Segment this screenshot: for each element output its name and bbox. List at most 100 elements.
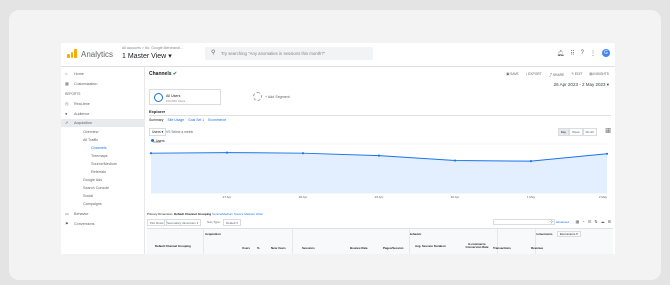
column-header-sessions[interactable]: Sessions xyxy=(302,246,315,250)
sidebar-item-search-console[interactable]: Search Console xyxy=(61,184,145,192)
subtab-goal-set-1[interactable]: Goal Set 1 xyxy=(188,118,204,122)
data-point[interactable] xyxy=(149,152,153,155)
segment-all-users[interactable]: All Users 100.00% Users xyxy=(149,89,221,105)
term-cloud-icon[interactable]: ☁︎ xyxy=(601,219,605,224)
performance-view-icon[interactable]: ☰ xyxy=(588,219,592,224)
column-header-e-commerce-conversion-rate[interactable]: E-commerce Conversion Rate xyxy=(460,242,494,250)
pivot-view-icon[interactable]: ⊞ xyxy=(608,219,611,224)
person-icon: ● xyxy=(65,111,68,116)
table-search-input[interactable]: ⚲ xyxy=(493,219,555,225)
column-header-%[interactable]: % xyxy=(257,246,260,250)
chart-type-icon[interactable]: 📈︎ xyxy=(605,128,611,134)
granularity-day[interactable]: Day xyxy=(557,128,570,136)
percentage-view-icon[interactable]: ◔ xyxy=(582,219,584,224)
sidebar-item-social[interactable]: Social xyxy=(61,192,145,200)
data-view-icon[interactable]: ▦ xyxy=(575,219,579,224)
table-header: Acquisition Behavior Conversions Ecommerce … xyxy=(147,228,613,254)
sidebar-item-campaigns[interactable]: Campaigns xyxy=(61,200,145,208)
data-point[interactable] xyxy=(605,152,609,155)
sidebar-nav: ⌂ Home ▦ Customization REPORTS ◷ Real-time ● Aud… xyxy=(61,67,145,254)
column-header-new-users[interactable]: New Users xyxy=(271,246,286,250)
sort-type-select[interactable]: Default ▾ xyxy=(223,219,241,226)
data-point[interactable] xyxy=(225,151,229,154)
export-button[interactable]: ⤓ EXPORT xyxy=(526,72,542,77)
edit-button[interactable]: ✎ EDIT xyxy=(571,72,582,77)
sidebar-item-behavior[interactable]: ▭ Behavior xyxy=(61,210,145,218)
add-segment-button[interactable]: + Add Segment xyxy=(253,92,313,102)
data-point[interactable] xyxy=(377,154,381,157)
primary-dimension-source[interactable]: Source xyxy=(234,212,244,216)
data-point[interactable] xyxy=(529,160,533,163)
sidebar-item-referrals[interactable]: Referrals xyxy=(61,168,145,176)
primary-dimension-other[interactable]: Other xyxy=(256,212,264,216)
column-header-revenue[interactable]: Revenue xyxy=(531,246,543,250)
granularity-month[interactable]: Month xyxy=(582,128,597,136)
comparison-view-icon[interactable]: ⇅ xyxy=(594,219,597,224)
insights-button[interactable]: ▤ INSIGHTS xyxy=(589,72,609,77)
sidebar-item-channels[interactable]: Channels xyxy=(61,144,145,152)
users-area xyxy=(151,152,607,193)
column-header-default-channel-grouping[interactable]: Default Channel Grouping xyxy=(155,244,191,248)
avatar[interactable]: G xyxy=(602,49,610,57)
data-point[interactable] xyxy=(453,159,457,162)
sidebar-item-conversions[interactable]: ⚑ Conversions xyxy=(61,220,145,228)
subtab-ecommerce[interactable]: Ecommerce xyxy=(208,118,226,122)
search-bar[interactable]: ⚲ Try searching "Any anomalies in sessio… xyxy=(205,47,373,60)
conversions-select[interactable]: Ecommerce ▾ xyxy=(557,231,581,237)
sidebar-item-label: Campaigns xyxy=(83,202,102,206)
verified-badge-icon: ✔ xyxy=(172,71,178,77)
primary-dimension-default-channel-grouping[interactable]: Default Channel Grouping xyxy=(174,212,211,216)
sidebar-item-source-medium[interactable]: Source/Medium xyxy=(61,160,145,168)
sidebar-item-label: All Traffic xyxy=(83,138,99,142)
secondary-dimension-select[interactable]: Secondary dimension ▾ xyxy=(164,219,202,226)
sidebar-item-overview[interactable]: Overview xyxy=(61,128,145,136)
metric-select[interactable]: Users ▾ xyxy=(149,128,167,136)
view-name: 1 Master View xyxy=(122,53,167,60)
granularity-week[interactable]: Week xyxy=(569,128,583,136)
explorer-tab[interactable]: Explorer xyxy=(149,109,165,114)
advanced-filter-link[interactable]: advanced xyxy=(556,220,569,224)
app-title: Analytics xyxy=(81,50,114,59)
column-header-transactions[interactable]: Transactions xyxy=(493,246,511,250)
table-controls: Plot Rows Secondary dimension ▾ Sort Typ… xyxy=(147,219,613,226)
sidebar-item-treemaps[interactable]: Treemaps xyxy=(61,152,145,160)
dashboard-icon: ▦ xyxy=(65,81,69,86)
column-header-users[interactable]: Users xyxy=(242,246,250,250)
save-button[interactable]: ▣ SAVE xyxy=(506,72,519,77)
share-button[interactable]: ⤴ SHARE xyxy=(549,72,565,77)
column-header-pages-session[interactable]: Pages/Session xyxy=(383,246,403,250)
subtab-summary[interactable]: Summary xyxy=(149,118,164,122)
sidebar-item-label: Channels xyxy=(91,146,107,150)
sidebar-item-all-traffic[interactable]: All Traffic xyxy=(61,136,145,144)
toolbar-label: EDIT xyxy=(574,72,583,76)
column-header-avg-session-duration[interactable]: Avg. Session Duration xyxy=(415,244,446,248)
date-range-picker[interactable]: 26 Apr 2023 - 2 May 2023 ▾ xyxy=(554,82,609,88)
sidebar-item-audience[interactable]: ● Audience xyxy=(61,110,145,118)
sidebar-item-home[interactable]: ⌂ Home xyxy=(61,70,145,78)
segment-circle-icon xyxy=(154,93,163,102)
compare-metric[interactable]: VS Select a metric xyxy=(166,130,193,134)
breadcrumb[interactable]: All accounts > No. Google Merchandi... xyxy=(122,46,183,50)
column-header-bounce-rate[interactable]: Bounce Rate xyxy=(350,246,368,250)
sidebar-item-google-ads[interactable]: Google Ads xyxy=(61,176,145,184)
column-group-header: Conversions xyxy=(535,232,553,236)
more-vert-icon[interactable]: ⋮ xyxy=(590,50,596,57)
help-icon[interactable]: ? xyxy=(581,50,584,56)
clock-icon: ◷ xyxy=(65,101,69,106)
apps-grid-icon[interactable]: ⠿ xyxy=(570,50,574,57)
toolbar-label: SHARE xyxy=(552,73,565,77)
users-chart: 4,0002,00027 Apr28 Apr29 Apr30 Apr1 May2… xyxy=(149,141,609,199)
primary-dimension-medium[interactable]: Medium xyxy=(244,212,255,216)
sidebar-item-acquisition[interactable]: ➚ Acquisition xyxy=(61,119,145,127)
sidebar-item-real-time[interactable]: ◷ Real-time xyxy=(61,100,145,108)
bell-icon[interactable]: 🔔︎ xyxy=(557,50,565,57)
sidebar-item-customization[interactable]: ▦ Customization xyxy=(61,80,145,88)
data-point[interactable] xyxy=(301,152,305,155)
view-selector[interactable]: 1 Master View ▾ xyxy=(122,52,172,60)
sidebar-item-label: Audience xyxy=(74,112,90,116)
sidebar-item-label: Referrals xyxy=(91,170,106,174)
subtab-site-usage[interactable]: Site Usage xyxy=(168,118,185,122)
toolbar-label: SAVE xyxy=(510,72,519,76)
page-title: Channels ✔ xyxy=(149,71,177,77)
primary-dimension-source-medium[interactable]: Source/Medium xyxy=(212,212,233,216)
